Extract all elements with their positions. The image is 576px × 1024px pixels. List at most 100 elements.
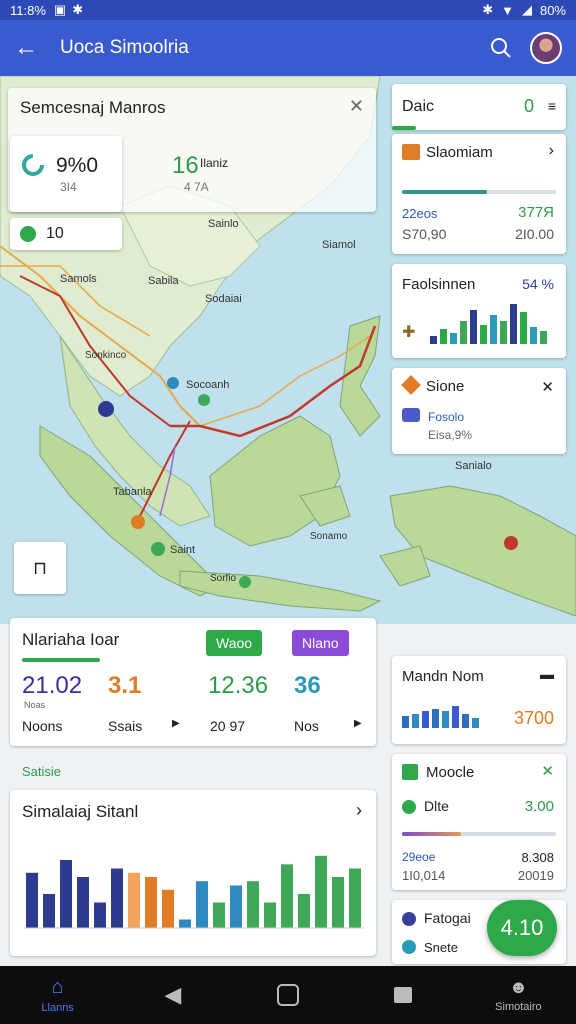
nav-home[interactable]: ⌂ Llanns bbox=[0, 976, 115, 1014]
card-left-top: 29eoe bbox=[402, 850, 436, 864]
chart-bar bbox=[145, 877, 157, 928]
map-label: Tabanla bbox=[113, 486, 152, 498]
card-title: Faolsinnen bbox=[402, 276, 476, 293]
chart-bar bbox=[230, 885, 242, 928]
stats-title: Nlariaha Ioar bbox=[22, 630, 120, 649]
close-icon[interactable]: ✕ bbox=[349, 96, 364, 117]
card-sub: Snete bbox=[424, 940, 458, 955]
card-line2: Eisa,9% bbox=[428, 428, 473, 442]
map-route-button[interactable]: ⊓ bbox=[14, 542, 66, 594]
chart-bar bbox=[281, 864, 293, 929]
chevron-right-icon[interactable]: › bbox=[549, 142, 554, 160]
map-label: Sainlo bbox=[208, 218, 239, 230]
back-triangle-icon: ◀ bbox=[164, 982, 182, 1007]
card-value: 3700 bbox=[513, 708, 554, 728]
map-label: Samols bbox=[60, 273, 97, 285]
doc-icon bbox=[402, 764, 418, 780]
mini-bar bbox=[470, 310, 477, 344]
nav-profile-label: Simotairo bbox=[495, 1001, 542, 1013]
map-stat-card[interactable]: 9%0 3Ι4 bbox=[10, 136, 122, 212]
map-badge[interactable]: 10 bbox=[10, 218, 122, 250]
card-title: Fatogai bbox=[424, 910, 471, 926]
right-card-daic[interactable]: Daic 0 ≡ bbox=[392, 84, 566, 130]
right-card-moocle[interactable]: Moocle ✕ Dlte 3.00 29eoe 1Ι0,014 8.308 2… bbox=[392, 754, 566, 890]
chart-bar bbox=[247, 881, 259, 928]
nav-recents[interactable] bbox=[346, 987, 461, 1003]
chart-bar bbox=[298, 894, 310, 928]
status-time: 11:8% bbox=[10, 2, 46, 18]
mini-bar bbox=[530, 327, 537, 344]
mini-bar bbox=[422, 711, 429, 728]
puzzle-icon bbox=[402, 408, 420, 422]
nav-back[interactable]: ◀ bbox=[115, 982, 230, 1008]
map-label: Sodaiai bbox=[205, 293, 242, 305]
mini-bar bbox=[472, 718, 479, 728]
mini-bar bbox=[430, 336, 437, 344]
map-label: Sonkinco bbox=[85, 350, 127, 361]
chart-bar bbox=[111, 868, 123, 928]
card-left-bottom: 1Ι0,014 bbox=[402, 868, 446, 883]
menu-icon[interactable]: ≡ bbox=[548, 98, 556, 114]
right-card-slaomiam[interactable]: Slaomiam › 22eos S70,90 377Я 2Ι0.00 bbox=[392, 134, 566, 254]
chart-bar bbox=[162, 889, 174, 929]
back-arrow-icon[interactable]: ← bbox=[14, 34, 38, 62]
row-label: Dlte bbox=[424, 798, 449, 814]
map-label: Socoanh bbox=[186, 379, 229, 391]
map-stat2-value: 16 bbox=[172, 152, 199, 179]
chart-bar bbox=[213, 902, 225, 928]
avatar[interactable] bbox=[530, 32, 562, 64]
chart-title: Simalaiaj Sitanl bbox=[22, 802, 139, 821]
chevron-right-icon[interactable]: › bbox=[356, 800, 362, 821]
stats-row-label-3: Nos bbox=[294, 718, 319, 734]
alert-icon bbox=[401, 375, 421, 395]
play-icon[interactable]: ▶ bbox=[172, 718, 180, 729]
right-card-faolsinnen[interactable]: Faolsinnen 54 % ✚ bbox=[392, 264, 566, 358]
card-title: Moocle bbox=[426, 764, 475, 781]
map-stat-value: 9%0 bbox=[56, 154, 99, 177]
card-line1: Fosolo bbox=[428, 410, 465, 424]
nav-profile[interactable]: ☻ Simotairo bbox=[461, 977, 576, 1013]
mini-bar-chart bbox=[430, 302, 556, 344]
chart-card[interactable]: Simalaiaj Sitanl › bbox=[10, 790, 376, 956]
home-square-icon bbox=[277, 984, 299, 1006]
card-left-bottom: S70,90 bbox=[402, 226, 447, 242]
mini-bar bbox=[450, 333, 457, 344]
profile-icon: ☻ bbox=[508, 977, 528, 997]
fab-button[interactable]: 4.10 bbox=[487, 900, 557, 956]
search-icon[interactable] bbox=[490, 37, 512, 59]
map-label: Sonamo bbox=[310, 531, 348, 542]
signal-icon: ◢ bbox=[521, 2, 532, 17]
app-bar: ← Uoca Simoolria bbox=[0, 20, 576, 76]
card-value: 54 % bbox=[522, 276, 554, 292]
stats-pill-purple[interactable]: Nlano bbox=[292, 630, 349, 656]
bottom-nav: ⌂ Llanns ◀ ☻ Simotairo bbox=[0, 966, 576, 1024]
calendar-icon bbox=[402, 144, 420, 160]
stats-value-1: 21.02 bbox=[22, 672, 83, 699]
close-icon[interactable]: ✕ bbox=[541, 762, 554, 780]
chart-bar bbox=[196, 881, 208, 928]
card-left-top: 22eos bbox=[402, 206, 438, 221]
fab-label: 4.10 bbox=[500, 915, 544, 940]
right-card-mandn[interactable]: Mandn Nom ▬ 3700 bbox=[392, 656, 566, 744]
chart-bar bbox=[128, 872, 140, 929]
mini-bar bbox=[510, 304, 517, 344]
right-card-sione[interactable]: Sione ✕ Fosolo Eisa,9% bbox=[392, 368, 566, 454]
route-icon: ⊓ bbox=[32, 557, 48, 578]
close-icon[interactable]: ✕ bbox=[541, 378, 554, 396]
minimize-icon[interactable]: ▬ bbox=[540, 666, 554, 682]
app-title: Uoca Simoolria bbox=[60, 37, 189, 58]
mini-bar bbox=[490, 315, 497, 344]
stats-pill-green[interactable]: Waoo bbox=[206, 630, 263, 656]
card-right-top: 377Я bbox=[518, 204, 554, 221]
recents-icon bbox=[394, 987, 413, 1003]
nav-home-button[interactable] bbox=[230, 984, 345, 1006]
status-bar: 11:8% ▣ ✱ ✱ ▼ ◢ 80% bbox=[0, 0, 576, 20]
map-stat2-unit: Ilaniz bbox=[200, 156, 229, 170]
chart-bar bbox=[43, 894, 55, 928]
bluetooth-icon: ✱ bbox=[482, 2, 494, 17]
bar-chart bbox=[24, 855, 364, 929]
mini-bar bbox=[500, 321, 507, 344]
play-icon[interactable]: ▶ bbox=[354, 718, 362, 729]
stats-card[interactable]: Nlariaha Ioar Waoo Nlano 21.02 Noas 3.1 … bbox=[10, 618, 376, 746]
stats-value-3: 12.36 bbox=[208, 672, 269, 699]
